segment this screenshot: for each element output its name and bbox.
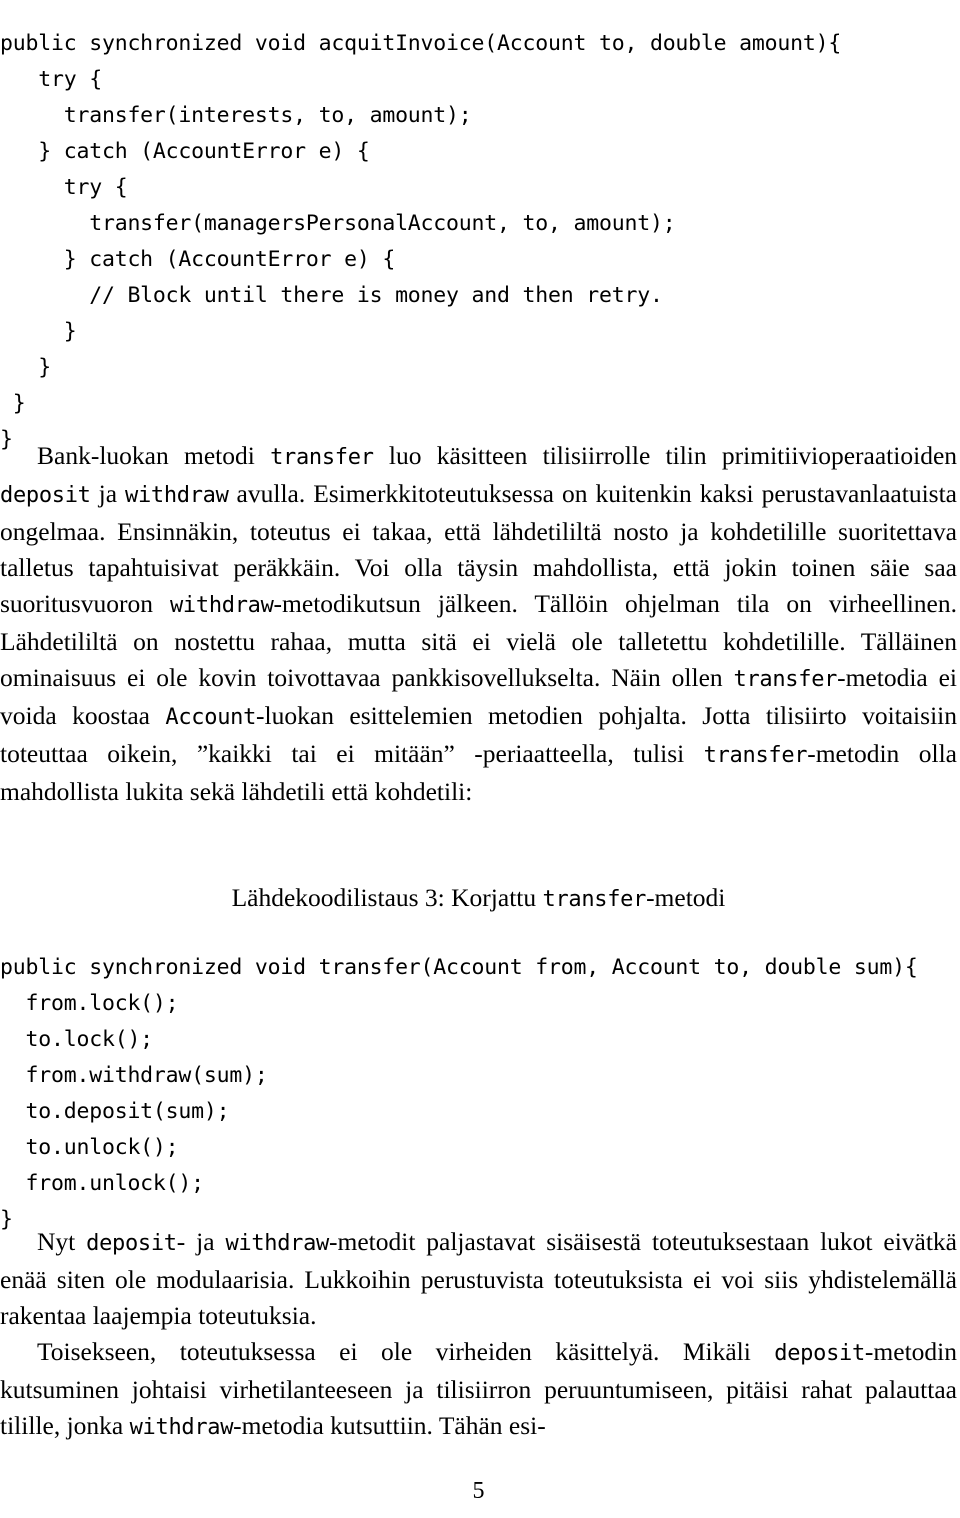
document-page: public synchronized void acquitInvoice(A… (0, 0, 960, 1518)
paragraph-transfer-problem: Bank-luokan metodi transfer luo käsittee… (0, 438, 957, 810)
code-line: public synchronized void acquitInvoice(A… (0, 30, 842, 56)
inline-code: Account (165, 705, 257, 730)
code-listing-corrected-transfer: public synchronized void transfer(Accoun… (0, 950, 960, 1238)
inline-text: Bank-luokan metodi (37, 441, 271, 470)
code-line: from.withdraw(sum); (0, 1062, 268, 1088)
inline-text: -metodi (646, 883, 726, 912)
code-line: } catch (AccountError e) { (0, 138, 370, 164)
inline-code: transfer (270, 445, 374, 470)
code-line: } (0, 390, 26, 416)
inline-text: -metodia kutsuttiin. Tähän esi- (233, 1411, 546, 1440)
code-line: // Block until there is money and then r… (0, 282, 663, 308)
inline-code: withdraw (129, 1415, 234, 1440)
code-line: } catch (AccountError e) { (0, 246, 396, 272)
inline-code: withdraw (225, 1231, 329, 1256)
body-paragraph-block-2: Nyt deposit- ja withdraw-metodit paljast… (0, 1224, 957, 1446)
code-line: from.unlock(); (0, 1170, 204, 1196)
inline-text: Toisekseen, toteutuksessa ei ole virheid… (37, 1337, 775, 1366)
inline-code: transfer (733, 667, 838, 692)
inline-text: ja (90, 479, 125, 508)
code-line: public synchronized void transfer(Accoun… (0, 954, 918, 980)
code-line: try { (0, 174, 128, 200)
inline-code: transfer (703, 743, 808, 768)
inline-code: withdraw (169, 593, 274, 618)
listing-caption-3: Lähdekoodilistaus 3: Korjattu transfer-m… (0, 880, 957, 918)
inline-text: Nyt (37, 1227, 87, 1256)
inline-code: transfer (542, 887, 647, 912)
inline-text: Lähdekoodilistaus 3: Korjattu (231, 883, 543, 912)
paragraph-modularity: Nyt deposit- ja withdraw-metodit paljast… (0, 1224, 957, 1334)
code-line: } (0, 354, 51, 380)
page-number: 5 (472, 1478, 485, 1504)
inline-text: - ja (176, 1227, 226, 1256)
paragraph-error-handling: Toisekseen, toteutuksessa ei ole virheid… (0, 1334, 957, 1446)
code-line: try { (0, 66, 102, 92)
body-paragraph-block-1: Bank-luokan metodi transfer luo käsittee… (0, 438, 957, 810)
inline-code: withdraw (125, 483, 229, 508)
code-line: transfer(managersPersonalAccount, to, am… (0, 210, 676, 236)
code-line: from.lock(); (0, 990, 179, 1016)
code-line: to.lock(); (0, 1026, 153, 1052)
inline-code: deposit (0, 483, 91, 508)
inline-text: luo käsitteen tilisiirrolle tilin primit… (373, 441, 958, 470)
code-line: to.deposit(sum); (0, 1098, 230, 1124)
inline-code: deposit (86, 1231, 177, 1256)
code-line: } (0, 318, 77, 344)
code-listing-acquit-invoice: public synchronized void acquitInvoice(A… (0, 26, 960, 458)
code-line: to.unlock(); (0, 1134, 179, 1160)
inline-code: deposit (774, 1341, 865, 1366)
code-line: transfer(interests, to, amount); (0, 102, 472, 128)
